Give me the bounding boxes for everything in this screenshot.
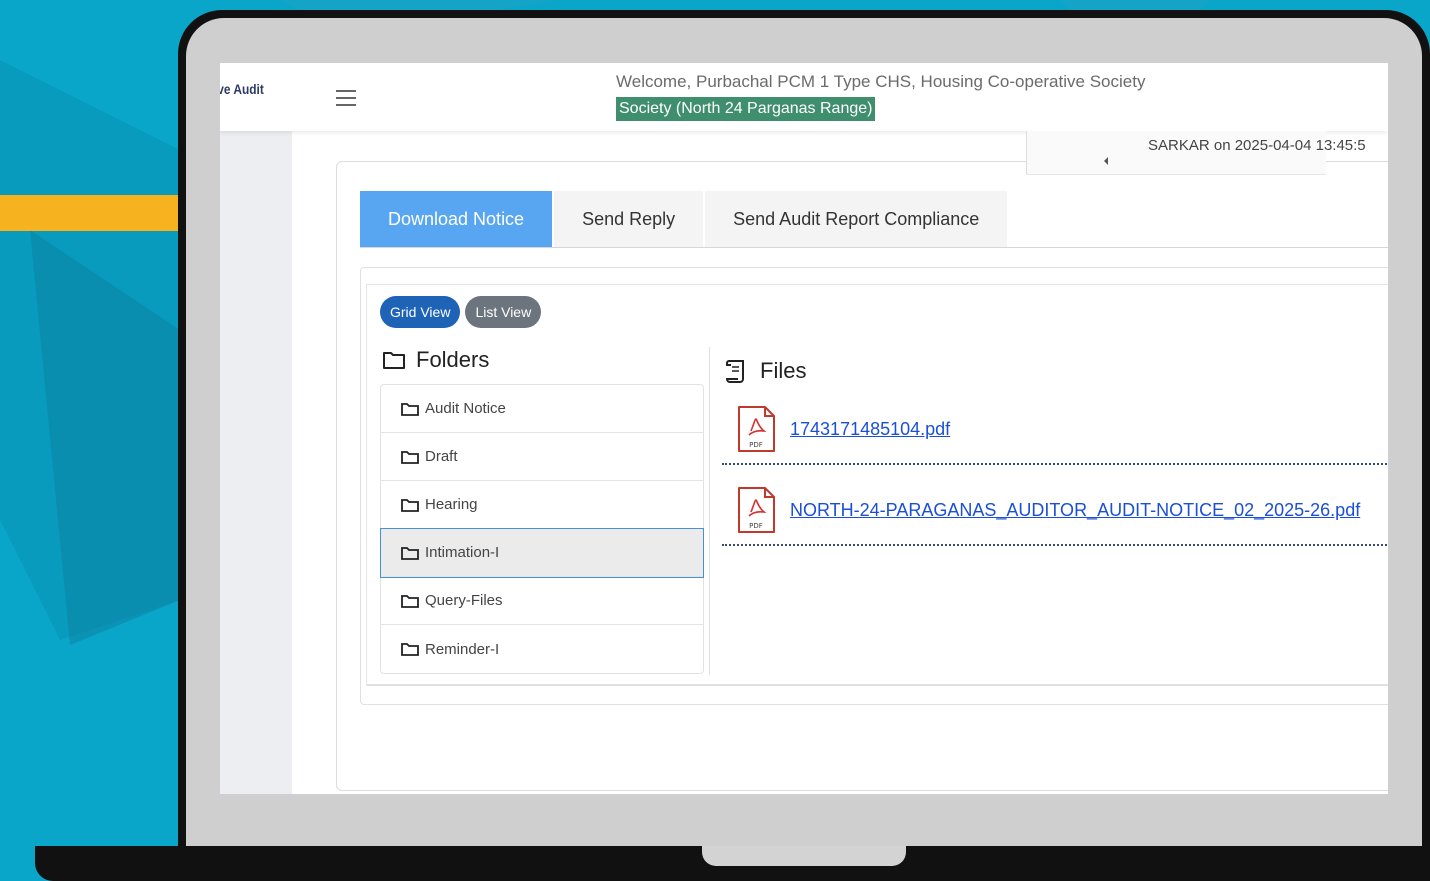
files-heading: Files xyxy=(724,358,806,384)
folder-item-draft[interactable]: Draft xyxy=(381,433,703,481)
folder-label: Draft xyxy=(425,448,458,465)
file-row[interactable]: PDF NORTH-24-PARAGANAS_AUDITOR_AUDIT-NOT… xyxy=(722,476,1388,546)
grid-view-button[interactable]: Grid View xyxy=(380,296,461,328)
folder-icon xyxy=(401,498,419,512)
folder-item-hearing[interactable]: Hearing xyxy=(381,481,703,529)
list-view-button[interactable]: List View xyxy=(465,296,542,328)
folder-label: Query-Files xyxy=(425,592,503,609)
top-navbar: ive Audit Welcome, Purbachal PCM 1 Type … xyxy=(220,63,1388,131)
pdf-file-icon[interactable]: PDF xyxy=(736,486,776,534)
folder-item-audit-notice[interactable]: Audit Notice xyxy=(381,385,703,433)
folder-icon xyxy=(401,642,419,656)
folder-label: Intimation-I xyxy=(425,544,500,561)
folders-title: Folders xyxy=(416,347,490,372)
tab-send-reply[interactable]: Send Reply xyxy=(554,191,706,247)
accent-stripe xyxy=(0,195,190,231)
folder-label: Reminder-I xyxy=(425,640,500,658)
folder-item-query-files[interactable]: Query-Files xyxy=(381,577,703,625)
caret-left-icon[interactable] xyxy=(1104,157,1108,165)
folder-icon xyxy=(382,350,406,370)
folder-label: Hearing xyxy=(425,496,478,513)
svg-text:PDF: PDF xyxy=(749,441,763,449)
folder-list: Audit Notice Draft Hearing Intimation-I … xyxy=(380,384,704,674)
folders-heading: Folders xyxy=(382,347,489,373)
file-link[interactable]: 1743171485104.pdf xyxy=(790,419,950,440)
society-range-badge: Society (North 24 Parganas Range) xyxy=(616,97,876,121)
brand-logo-text[interactable]: ive Audit xyxy=(220,81,264,97)
view-toggle: Grid View List View xyxy=(380,296,542,328)
folder-icon xyxy=(401,594,419,608)
folder-item-intimation-i[interactable]: Intimation-I xyxy=(380,528,704,578)
tab-send-audit-report-compliance[interactable]: Send Audit Report Compliance xyxy=(705,191,1010,247)
file-link[interactable]: NORTH-24-PARAGANAS_AUDITOR_AUDIT-NOTICE_… xyxy=(790,500,1360,521)
folder-icon xyxy=(401,450,419,464)
tab-download-notice[interactable]: Download Notice xyxy=(360,191,555,247)
tab-divider xyxy=(360,247,1388,248)
file-row[interactable]: PDF 1743171485104.pdf xyxy=(722,395,1388,465)
app-screen: ive Audit Welcome, Purbachal PCM 1 Type … xyxy=(220,63,1388,794)
laptop-notch xyxy=(702,846,906,866)
last-login-text: SARKAR on 2025-04-04 13:45:5 xyxy=(1148,137,1366,154)
tab-bar: Download Notice Send Reply Send Audit Re… xyxy=(360,191,1010,247)
scroll-icon xyxy=(724,358,750,384)
svg-text:PDF: PDF xyxy=(749,522,763,530)
folder-label: Audit Notice xyxy=(425,400,506,417)
welcome-text: Welcome, Purbachal PCM 1 Type CHS, Housi… xyxy=(616,72,1146,91)
folder-icon xyxy=(401,546,419,560)
folders-files-divider xyxy=(709,347,710,675)
folder-icon xyxy=(401,402,419,416)
sidebar xyxy=(220,131,292,794)
folder-item-reminder-i[interactable]: Reminder-I xyxy=(381,625,703,673)
files-title: Files xyxy=(760,358,807,383)
pdf-file-icon[interactable]: PDF xyxy=(736,405,776,453)
hamburger-menu-icon[interactable] xyxy=(336,90,356,106)
